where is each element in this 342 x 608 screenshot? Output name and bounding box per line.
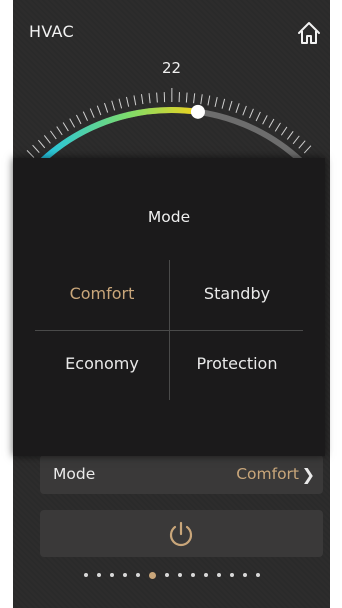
dial-tick	[228, 100, 233, 111]
dial-tick	[37, 139, 46, 149]
dial-ticks	[26, 87, 312, 158]
page-dot[interactable]	[255, 573, 260, 577]
dial-tick	[274, 122, 281, 132]
dial-tick	[111, 100, 116, 111]
mode-option-protection[interactable]: Protection	[170, 354, 304, 373]
dial-tick	[298, 140, 306, 149]
dial-tick	[56, 126, 63, 136]
page-dot[interactable]	[122, 573, 127, 577]
dial-tick	[280, 126, 288, 136]
dial-tick	[207, 95, 211, 106]
dial-progress-arc	[38, 107, 201, 165]
dial-tick	[249, 108, 254, 119]
dial-tick	[242, 105, 247, 116]
dial-tick	[75, 114, 82, 125]
dial-tick	[156, 92, 158, 103]
dial-tick	[185, 92, 188, 103]
dial-tick	[262, 115, 268, 125]
dial-tick	[118, 98, 123, 109]
dial-tick	[82, 111, 88, 121]
mode-popup: Mode Comfort Standby Economy Protection	[13, 158, 325, 456]
page-dot[interactable]	[96, 573, 101, 577]
dial-tick	[255, 111, 261, 122]
dial-tick	[140, 94, 144, 105]
dial-tick	[303, 145, 312, 154]
dial-tick	[125, 96, 130, 107]
dial-tick	[26, 150, 35, 158]
page-dot[interactable]	[242, 573, 247, 577]
page-dot[interactable]	[177, 573, 182, 577]
dial-tick	[193, 93, 196, 104]
power-button[interactable]	[40, 510, 323, 557]
mode-row-label: Mode	[53, 465, 96, 483]
page-dot-active[interactable]	[148, 571, 156, 579]
mode-row-value: Comfort	[236, 465, 299, 483]
page-dot[interactable]	[164, 573, 169, 577]
page-dot[interactable]	[229, 573, 234, 577]
mode-row[interactable]: Mode Comfort ❯	[40, 455, 323, 494]
dial-tick	[96, 105, 102, 116]
dial-tick	[200, 94, 203, 105]
dial-tick	[268, 118, 275, 128]
dial-tick	[148, 93, 151, 104]
page-dot[interactable]	[203, 573, 208, 577]
dial-tick	[133, 95, 137, 106]
dial-tick	[69, 118, 76, 128]
dial-tick	[221, 98, 226, 109]
mode-option-economy[interactable]: Economy	[35, 354, 169, 373]
page-dot[interactable]	[83, 573, 88, 577]
page-dot[interactable]	[135, 573, 140, 577]
dial-tick	[89, 108, 95, 118]
chevron-right-icon: ❯	[301, 465, 315, 484]
dial-tick	[43, 135, 51, 144]
power-icon	[169, 521, 193, 547]
page-dot[interactable]	[190, 573, 195, 577]
dial-tick	[32, 144, 40, 153]
page-indicator	[13, 571, 330, 579]
page-dot[interactable]	[216, 573, 221, 577]
dial-tick	[214, 96, 218, 107]
temperature-dial[interactable]	[13, 0, 330, 170]
dial-tick	[235, 103, 240, 113]
mode-popup-title: Mode	[147, 208, 191, 226]
divider	[35, 330, 303, 331]
dial-tick	[292, 135, 300, 145]
dial-tick	[103, 102, 109, 113]
dial-tick	[50, 130, 57, 140]
page-dot[interactable]	[109, 573, 114, 577]
mode-option-comfort[interactable]: Comfort	[35, 284, 169, 303]
mode-option-standby[interactable]: Standby	[170, 284, 304, 303]
dial-tick	[286, 131, 294, 140]
dial-knob[interactable]	[190, 104, 205, 119]
dial-tick	[62, 122, 69, 132]
